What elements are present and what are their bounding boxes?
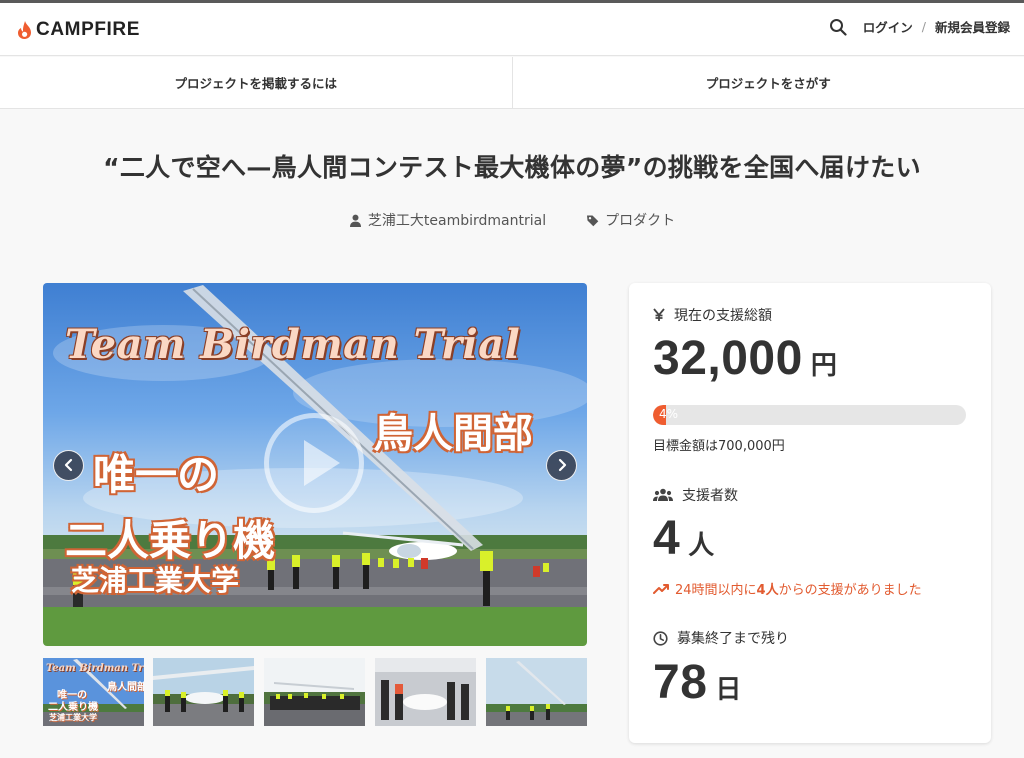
amount-value: 32,000 bbox=[653, 332, 803, 385]
backers-value-row: 4人 bbox=[653, 511, 715, 566]
remaining-value-row: 78 日 bbox=[653, 655, 742, 710]
backers-unit: 人 bbox=[688, 531, 715, 561]
recent-prefix: 24時間以内に bbox=[675, 583, 757, 598]
header-separator: / bbox=[921, 19, 926, 34]
goal-amount: 目標金額は700,000円 bbox=[653, 439, 785, 454]
amount-value-row: 32,000 円 bbox=[653, 331, 837, 386]
backers-label: 支援者数 bbox=[682, 488, 738, 504]
clock-icon bbox=[653, 630, 668, 646]
hero-video[interactable]: Team Birdman Trial 鳥人間部 唯一の 二人乗り機 芝浦工業大学 bbox=[43, 283, 587, 646]
remaining-label-row: 募集終了まで残り bbox=[653, 628, 789, 648]
sub-navigation: プロジェクトを掲載するには プロジェクトをさがす bbox=[0, 57, 1024, 109]
remaining-value: 78 bbox=[653, 656, 708, 709]
thumbnail-1-title: Team Birdman Trial bbox=[46, 663, 144, 674]
thumbnail-3-image bbox=[264, 658, 365, 726]
chevron-left-icon bbox=[64, 458, 73, 472]
thumbnail-5[interactable] bbox=[486, 658, 587, 726]
amount-unit: 円 bbox=[810, 351, 838, 381]
carousel-next-button[interactable] bbox=[546, 450, 577, 481]
chevron-right-icon bbox=[558, 458, 567, 472]
header-actions: ログイン / 新規会員登録 bbox=[829, 17, 1010, 36]
progress-percent: 4% bbox=[659, 407, 679, 421]
funding-progress-bar: 4% bbox=[653, 405, 966, 425]
nav-post-project[interactable]: プロジェクトを掲載するには bbox=[0, 57, 513, 108]
remaining-label: 募集終了まで残り bbox=[677, 631, 789, 647]
remaining-unit: 日 bbox=[715, 675, 742, 705]
thumbnail-2[interactable] bbox=[153, 658, 254, 726]
recent-support-notice: 24時間以内に 4人 からの支援がありました bbox=[653, 579, 922, 598]
trending-up-icon bbox=[653, 583, 669, 594]
yen-icon bbox=[653, 308, 665, 321]
play-button[interactable] bbox=[264, 413, 364, 513]
backers-label-row: 支援者数 bbox=[653, 485, 738, 505]
funding-stats-card: 現在の支援総額 32,000 円 4% 目標金額は700,000円 支援者数 4人… bbox=[629, 283, 991, 743]
amount-label: 現在の支援総額 bbox=[674, 308, 772, 324]
project-title: “二人で空へ—鳥人間コンテスト最大機体の夢”の挑戦を全国へ届けたい bbox=[103, 153, 921, 182]
thumbnail-5-image bbox=[486, 658, 587, 726]
amount-label-row: 現在の支援総額 bbox=[653, 305, 772, 325]
campfire-logo[interactable]: CAMPFIRE bbox=[16, 19, 140, 41]
login-link[interactable]: ログイン bbox=[863, 17, 913, 36]
site-header: CAMPFIRE ログイン / 新規会員登録 bbox=[0, 3, 1024, 56]
backers-value: 4 bbox=[653, 512, 681, 565]
thumbnail-2-image bbox=[153, 658, 254, 726]
thumbnail-1-line2: 二人乗り機 bbox=[48, 702, 98, 713]
user-icon bbox=[349, 214, 361, 227]
project-meta: 芝浦工大teambirdmantrial プロダクト bbox=[0, 210, 1024, 230]
owner-name: 芝浦工大teambirdmantrial bbox=[367, 213, 547, 229]
recent-count: 4人 bbox=[756, 583, 779, 598]
hero-team-title: Team Birdman Trial bbox=[65, 321, 521, 368]
carousel-prev-button[interactable] bbox=[53, 450, 84, 481]
thumbnail-4-image bbox=[375, 658, 476, 726]
hero-tagline-1: 唯一の bbox=[93, 450, 220, 499]
project-owner[interactable]: 芝浦工大teambirdmantrial bbox=[349, 210, 546, 230]
play-icon bbox=[304, 440, 340, 486]
recent-suffix: からの支援がありました bbox=[778, 583, 922, 598]
campfire-flame-icon bbox=[18, 21, 31, 39]
hero-club-name: 鳥人間部 bbox=[373, 411, 533, 457]
project-category[interactable]: プロダクト bbox=[586, 210, 675, 230]
thumbnail-1[interactable]: Team Birdman Trial 鳥人間部 唯一の 二人乗り機 芝浦工業大学 bbox=[43, 658, 144, 726]
register-link[interactable]: 新規会員登録 bbox=[935, 17, 1010, 36]
thumbnail-3[interactable] bbox=[264, 658, 365, 726]
thumbnail-4[interactable] bbox=[375, 658, 476, 726]
category-name: プロダクト bbox=[605, 213, 676, 229]
nav-find-project[interactable]: プロジェクトをさがす bbox=[513, 57, 1024, 108]
users-icon bbox=[653, 488, 673, 501]
hero-school-name: 芝浦工業大学 bbox=[71, 564, 240, 597]
thumbnail-1-club: 鳥人間部 bbox=[107, 682, 144, 693]
thumbnail-strip: Team Birdman Trial 鳥人間部 唯一の 二人乗り機 芝浦工業大学 bbox=[43, 658, 587, 726]
logo-text: CAMPFIRE bbox=[36, 19, 141, 40]
search-icon[interactable] bbox=[829, 18, 847, 36]
thumbnail-1-school: 芝浦工業大学 bbox=[49, 713, 97, 722]
tag-icon bbox=[587, 215, 599, 226]
